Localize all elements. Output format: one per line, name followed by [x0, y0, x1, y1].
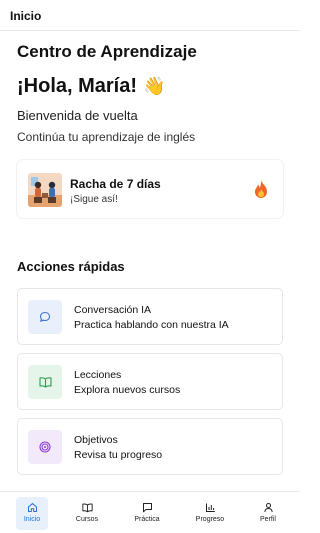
- streak-subtitle: ¡Sigue así!: [70, 194, 118, 205]
- user-icon: [263, 503, 273, 513]
- icon-box: [28, 365, 62, 399]
- learning-subtitle: Continúa tu aprendizaje de inglés: [17, 130, 196, 144]
- nav-label: Práctica: [134, 516, 160, 523]
- screen-title: Inicio: [10, 9, 42, 23]
- book-icon: [38, 377, 52, 388]
- icon-box: [28, 430, 62, 464]
- action-subtitle: Explora nuevos cursos: [74, 384, 181, 396]
- streak-illustration: [28, 173, 62, 207]
- home-icon: [27, 503, 37, 512]
- book-icon: [81, 503, 93, 513]
- action-subtitle: Practica hablando con nuestra IA: [74, 319, 229, 331]
- waving-hand-icon: 👋: [143, 76, 166, 96]
- nav-item-perfil[interactable]: Perfil: [252, 497, 284, 530]
- action-title: Objetivos: [74, 434, 118, 446]
- nav-item-inicio[interactable]: Inicio: [16, 497, 48, 530]
- top-bar: Inicio: [0, 0, 300, 31]
- streak-card[interactable]: Racha de 7 días ¡Sigue así!: [17, 160, 283, 218]
- action-subtitle: Revisa tu progreso: [74, 449, 163, 461]
- greeting-text: ¡Hola, María!: [17, 75, 138, 97]
- greeting: ¡Hola, María! 👋: [17, 75, 165, 98]
- lessons-card[interactable]: Lecciones Explora nuevos cursos: [17, 353, 283, 410]
- nav-label: Perfil: [260, 516, 276, 523]
- nav-item-cursos[interactable]: Cursos: [71, 497, 103, 530]
- icon-box: [28, 300, 62, 334]
- action-title: Conversación IA: [74, 304, 152, 316]
- ai-conversation-card[interactable]: Conversación IA Practica hablando con nu…: [17, 288, 283, 345]
- nav-label: Inicio: [23, 516, 41, 523]
- quick-actions-title: Acciones rápidas: [17, 259, 125, 274]
- flame-icon: [255, 180, 267, 198]
- nav-label: Cursos: [75, 516, 99, 523]
- action-title: Lecciones: [74, 369, 122, 381]
- streak-title: Racha de 7 días: [70, 177, 161, 191]
- bar-chart-icon: [205, 503, 215, 512]
- bottom-navigation: Inicio Cursos Práctica Progreso Perfil: [0, 491, 300, 533]
- nav-item-practica[interactable]: Práctica: [131, 497, 163, 530]
- nav-label: Progreso: [195, 516, 225, 523]
- target-icon: [39, 441, 51, 453]
- chat-bubble-icon: [39, 311, 51, 322]
- goals-card[interactable]: Objetivos Revisa tu progreso: [17, 418, 283, 475]
- welcome-text: Bienvenida de vuelta: [17, 108, 138, 123]
- page-title: Centro de Aprendizaje: [17, 42, 197, 61]
- nav-item-progreso[interactable]: Progreso: [194, 497, 226, 530]
- chat-icon: [142, 503, 152, 513]
